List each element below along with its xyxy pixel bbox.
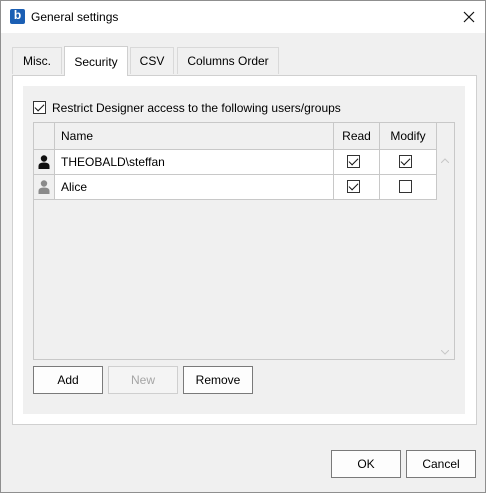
read-checkbox[interactable] — [347, 155, 360, 168]
remove-button[interactable]: Remove — [183, 366, 253, 394]
tab-columns-order[interactable]: Columns Order — [177, 47, 279, 74]
read-checkbox[interactable] — [347, 180, 360, 193]
table-row-name[interactable]: Alice — [55, 175, 334, 200]
table-row-header[interactable] — [34, 175, 55, 200]
new-button[interactable]: New — [108, 366, 178, 394]
tab-misc[interactable]: Misc. — [12, 47, 62, 74]
modify-checkbox[interactable] — [399, 180, 412, 193]
ok-button[interactable]: OK — [331, 450, 401, 478]
restrict-access-checkbox[interactable] — [33, 101, 46, 114]
restrict-access-label: Restrict Designer access to the followin… — [52, 101, 341, 115]
table-row-read[interactable] — [334, 150, 380, 175]
column-header-modify[interactable]: Modify — [380, 123, 437, 150]
window-title: General settings — [31, 10, 119, 24]
settings-dialog: b General settings Misc. Security CSV Co… — [0, 0, 486, 493]
app-logo-icon: b — [10, 8, 25, 24]
scroll-up-icon[interactable] — [440, 155, 450, 165]
table-row-modify[interactable] — [380, 175, 437, 200]
table-row-name[interactable]: THEOBALD\steffan — [55, 150, 334, 175]
table-row-modify[interactable] — [380, 150, 437, 175]
user-icon-gray — [38, 180, 50, 194]
close-button[interactable] — [453, 1, 485, 33]
tab-csv[interactable]: CSV — [130, 47, 174, 74]
add-button[interactable]: Add — [33, 366, 103, 394]
title-bar: b General settings — [1, 1, 485, 33]
access-grid[interactable]: Name Read Modify THEOBALD\steffan Alice — [33, 122, 455, 360]
grid-corner-header — [34, 123, 55, 150]
table-row-read[interactable] — [334, 175, 380, 200]
tab-security[interactable]: Security — [64, 46, 128, 76]
user-icon — [38, 155, 50, 169]
modify-checkbox[interactable] — [399, 155, 412, 168]
scroll-down-icon[interactable] — [440, 347, 450, 357]
close-icon — [463, 11, 475, 23]
app-logo-letter: b — [13, 8, 22, 22]
column-header-name[interactable]: Name — [55, 123, 334, 150]
cancel-button[interactable]: Cancel — [406, 450, 476, 478]
column-header-read[interactable]: Read — [334, 123, 380, 150]
table-row-header[interactable] — [34, 150, 55, 175]
